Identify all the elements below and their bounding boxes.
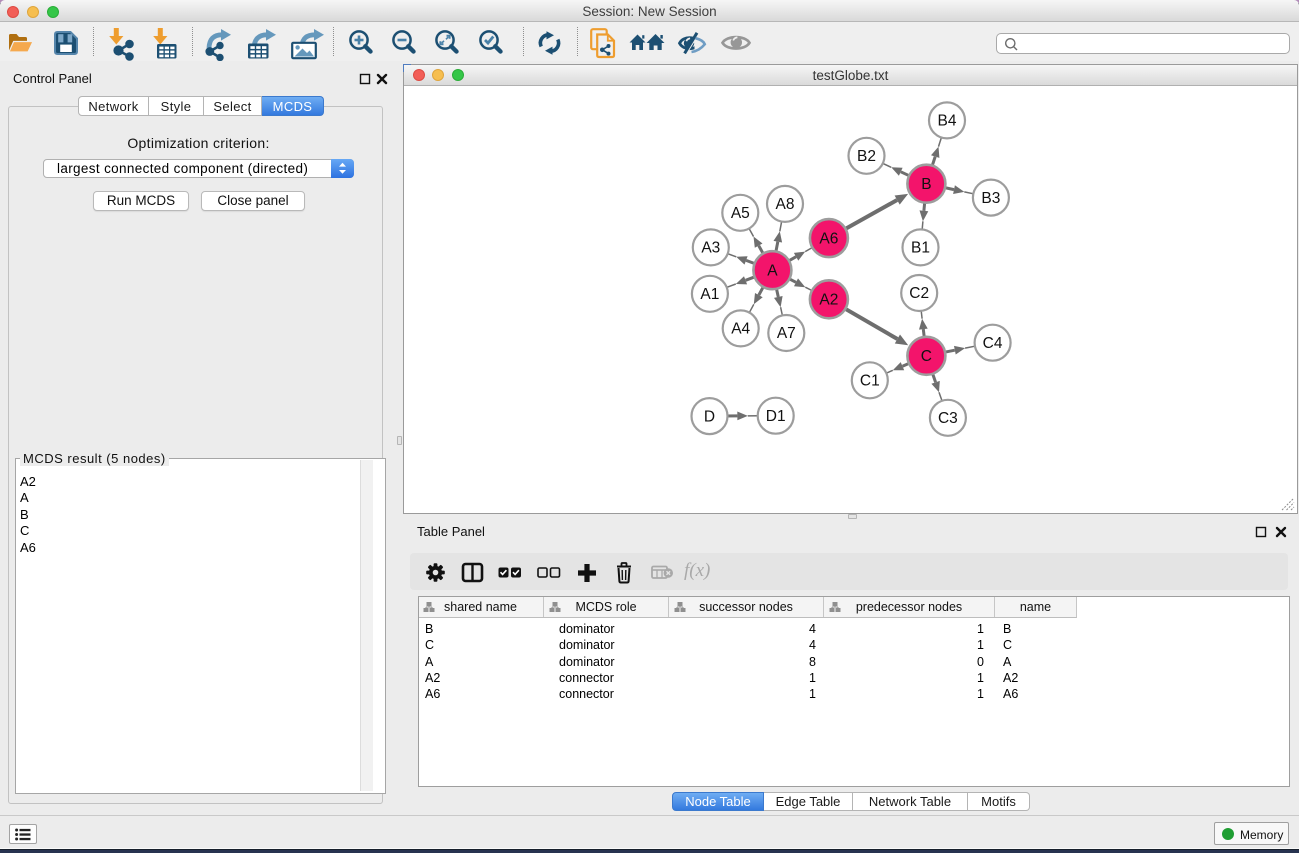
svg-text:A1: A1	[700, 286, 719, 303]
svg-text:A7: A7	[777, 325, 796, 342]
svg-text:D: D	[704, 408, 715, 425]
svg-text:A8: A8	[776, 196, 795, 213]
svg-text:C4: C4	[983, 335, 1003, 352]
svg-text:D1: D1	[766, 408, 786, 425]
svg-text:C1: C1	[860, 373, 880, 390]
svg-text:B: B	[921, 176, 931, 193]
svg-text:C2: C2	[909, 285, 929, 302]
svg-text:C3: C3	[938, 410, 958, 427]
svg-text:A2: A2	[819, 292, 838, 309]
svg-text:A6: A6	[819, 230, 838, 247]
svg-text:A: A	[767, 262, 778, 279]
svg-text:B4: B4	[938, 113, 957, 130]
svg-text:B2: B2	[857, 148, 876, 165]
svg-text:A4: A4	[731, 321, 750, 338]
svg-text:C: C	[921, 348, 932, 365]
svg-text:A3: A3	[701, 240, 720, 257]
svg-text:A5: A5	[731, 205, 750, 222]
svg-text:B3: B3	[981, 190, 1000, 207]
svg-text:B1: B1	[911, 240, 930, 257]
